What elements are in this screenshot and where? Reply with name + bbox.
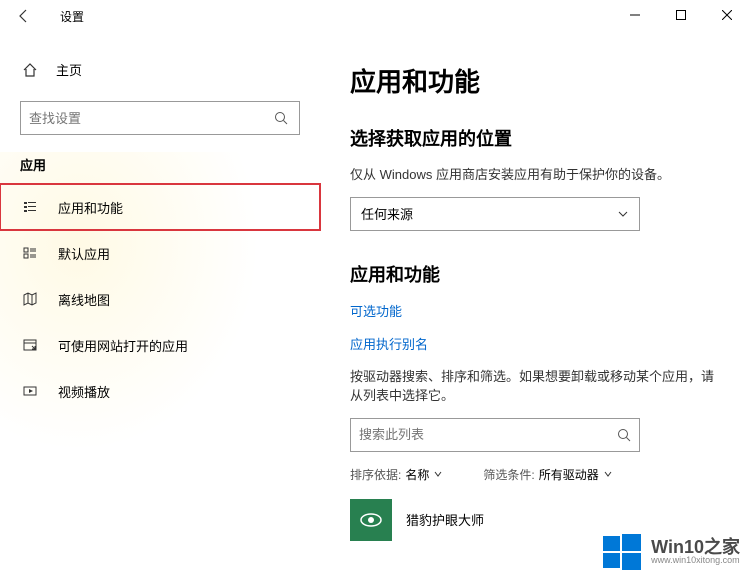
search-icon xyxy=(271,111,291,125)
sort-dropdown[interactable]: 排序依据: 名称 xyxy=(350,466,443,483)
source-dropdown[interactable]: 任何来源 xyxy=(350,197,640,231)
filter-description: 按驱动器搜索、排序和筛选。如果想要卸载或移动某个应用，请从列表中选择它。 xyxy=(350,367,720,406)
chevron-down-icon xyxy=(603,469,613,479)
app-icon xyxy=(350,499,392,541)
source-description: 仅从 Windows 应用商店安装应用有助于保护你的设备。 xyxy=(350,165,720,185)
optional-features-link[interactable]: 可选功能 xyxy=(350,301,720,320)
filter-value: 所有驱动器 xyxy=(539,466,599,483)
home-icon xyxy=(20,62,40,78)
sidebar-item-video-playback[interactable]: 视频播放 xyxy=(0,368,320,414)
page-title: 应用和功能 xyxy=(350,62,720,99)
maximize-button[interactable] xyxy=(658,0,704,30)
search-icon xyxy=(617,428,631,442)
sidebar-item-label: 应用和功能 xyxy=(58,198,123,217)
default-apps-icon xyxy=(20,245,40,261)
window-title: 设置 xyxy=(60,8,84,25)
chevron-down-icon xyxy=(433,469,443,479)
sidebar-item-website-apps[interactable]: 可使用网站打开的应用 xyxy=(0,322,320,368)
offline-maps-icon xyxy=(20,291,40,307)
filter-dropdown[interactable]: 筛选条件: 所有驱动器 xyxy=(483,466,612,483)
sidebar-item-label: 可使用网站打开的应用 xyxy=(58,336,188,355)
app-name: 猎豹护眼大师 xyxy=(406,510,484,529)
sort-value: 名称 xyxy=(405,466,429,483)
video-playback-icon xyxy=(20,383,40,399)
source-dropdown-value: 任何来源 xyxy=(361,204,413,223)
sidebar-item-apps-features[interactable]: 应用和功能 xyxy=(0,184,320,230)
app-alias-link[interactable]: 应用执行别名 xyxy=(350,334,720,353)
watermark-title: Win10之家 xyxy=(651,538,740,556)
back-button[interactable] xyxy=(8,0,40,32)
sidebar-home-label: 主页 xyxy=(56,60,82,79)
apps-heading: 应用和功能 xyxy=(350,261,720,287)
app-list-search-input[interactable] xyxy=(359,427,617,442)
website-apps-icon xyxy=(20,337,40,353)
windows-logo-icon xyxy=(601,530,643,572)
sidebar-item-label: 视频播放 xyxy=(58,382,110,401)
sidebar-item-label: 默认应用 xyxy=(58,244,110,263)
sidebar-search[interactable] xyxy=(20,101,300,135)
sidebar-item-label: 离线地图 xyxy=(58,290,110,309)
sidebar-search-input[interactable] xyxy=(29,111,271,126)
chevron-down-icon xyxy=(617,208,629,220)
watermark-url: www.win10xitong.com xyxy=(651,556,740,565)
close-button[interactable] xyxy=(704,0,750,30)
minimize-button[interactable] xyxy=(612,0,658,30)
app-list-search[interactable] xyxy=(350,418,640,452)
watermark: Win10之家 www.win10xitong.com xyxy=(601,530,740,572)
sidebar-home[interactable]: 主页 xyxy=(0,52,320,87)
filter-label: 筛选条件: xyxy=(483,466,534,483)
source-heading: 选择获取应用的位置 xyxy=(350,125,720,151)
sort-label: 排序依据: xyxy=(350,466,401,483)
sidebar-item-offline-maps[interactable]: 离线地图 xyxy=(0,276,320,322)
sidebar-item-default-apps[interactable]: 默认应用 xyxy=(0,230,320,276)
apps-features-icon xyxy=(20,199,40,215)
sidebar-section-label: 应用 xyxy=(0,135,320,184)
